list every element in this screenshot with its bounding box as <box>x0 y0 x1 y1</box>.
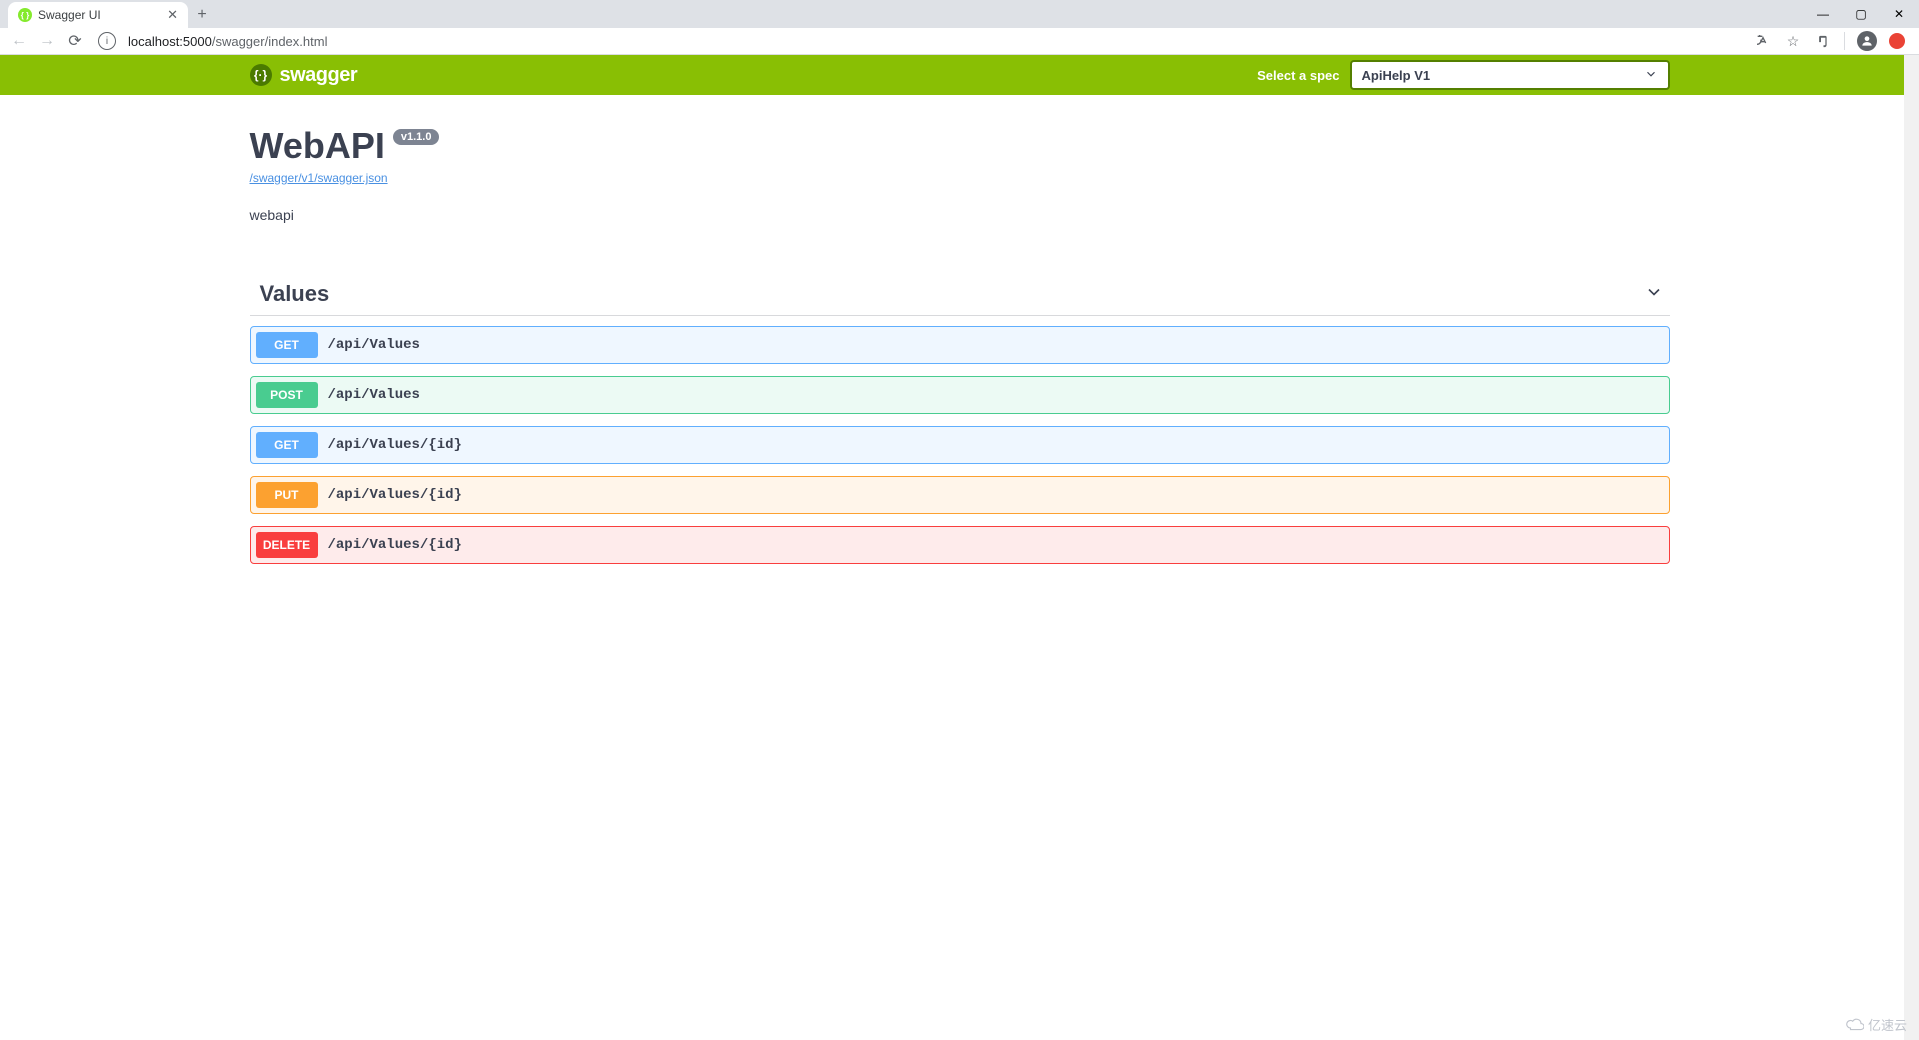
spec-selector: Select a spec ApiHelp V1 <box>1257 60 1669 90</box>
tag-header[interactable]: Values <box>250 273 1670 316</box>
extension-icon[interactable] <box>1889 33 1905 49</box>
back-button[interactable]: ← <box>8 30 30 52</box>
version-badge: v1.1.0 <box>393 129 440 145</box>
window-controls: — ▢ ✕ <box>1809 0 1913 28</box>
star-icon[interactable]: ☆ <box>1784 32 1802 50</box>
operations-list: GET/api/ValuesPOST/api/ValuesGET/api/Val… <box>250 316 1670 564</box>
tab-title: Swagger UI <box>38 8 161 22</box>
browser-chrome: { } Swagger UI ✕ + — ▢ ✕ ← → ⟳ i localho… <box>0 0 1919 55</box>
profile-icon[interactable] <box>1857 31 1877 51</box>
maximize-icon[interactable]: ▢ <box>1847 4 1875 24</box>
method-badge: POST <box>256 382 318 408</box>
forward-button[interactable]: → <box>36 30 58 52</box>
swagger-topbar: {·} swagger Select a spec ApiHelp V1 <box>0 55 1919 95</box>
spec-selected: ApiHelp V1 <box>1362 68 1431 83</box>
api-title-row: WebAPI v1.1.0 <box>250 125 440 167</box>
watermark: 亿速云 <box>1846 1015 1907 1034</box>
operation-path: /api/Values/{id} <box>318 537 462 553</box>
spec-dropdown[interactable]: ApiHelp V1 <box>1350 60 1670 90</box>
swagger-favicon-icon: { } <box>18 8 32 22</box>
api-description: webapi <box>250 207 1670 223</box>
reload-button[interactable]: ⟳ <box>64 30 86 52</box>
swagger-main: WebAPI v1.1.0 /swagger/v1/swagger.json w… <box>230 95 1690 564</box>
swagger-logo-text: swagger <box>280 64 358 87</box>
swagger-logo[interactable]: {·} swagger <box>250 64 358 87</box>
operation-delete[interactable]: DELETE/api/Values/{id} <box>250 526 1670 564</box>
method-badge: DELETE <box>256 532 318 558</box>
operation-put[interactable]: PUT/api/Values/{id} <box>250 476 1670 514</box>
tag-name: Values <box>260 281 330 307</box>
browser-tab[interactable]: { } Swagger UI ✕ <box>8 2 188 28</box>
url-host: localhost:5000 <box>128 34 212 49</box>
toolbar-separator <box>1844 32 1845 50</box>
method-badge: PUT <box>256 482 318 508</box>
evernote-icon[interactable] <box>1814 32 1832 50</box>
api-title: WebAPI <box>250 125 385 167</box>
url-path: /swagger/index.html <box>212 34 328 49</box>
operation-path: /api/Values <box>318 337 420 353</box>
operation-path: /api/Values <box>318 387 420 403</box>
translate-icon[interactable] <box>1754 32 1772 50</box>
chevron-down-icon <box>1644 67 1658 84</box>
address-bar[interactable]: localhost:5000/swagger/index.html <box>122 34 1748 49</box>
watermark-text: 亿速云 <box>1868 1015 1907 1034</box>
spec-json-link[interactable]: /swagger/v1/swagger.json <box>250 171 1670 185</box>
tag-section: Values GET/api/ValuesPOST/api/ValuesGET/… <box>250 273 1670 564</box>
swagger-logo-icon: {·} <box>250 64 272 86</box>
operation-get[interactable]: GET/api/Values/{id} <box>250 426 1670 464</box>
operation-path: /api/Values/{id} <box>318 487 462 503</box>
api-info: WebAPI v1.1.0 /swagger/v1/swagger.json w… <box>250 95 1670 243</box>
toolbar-right: ☆ <box>1754 31 1905 51</box>
chevron-down-icon <box>1644 282 1664 307</box>
close-window-icon[interactable]: ✕ <box>1885 4 1913 24</box>
new-tab-button[interactable]: + <box>188 2 216 28</box>
operation-path: /api/Values/{id} <box>318 437 462 453</box>
site-info-icon[interactable]: i <box>98 32 116 50</box>
method-badge: GET <box>256 332 318 358</box>
operation-post[interactable]: POST/api/Values <box>250 376 1670 414</box>
operation-get[interactable]: GET/api/Values <box>250 326 1670 364</box>
method-badge: GET <box>256 432 318 458</box>
close-icon[interactable]: ✕ <box>167 7 178 23</box>
spec-label: Select a spec <box>1257 68 1339 83</box>
browser-toolbar: ← → ⟳ i localhost:5000/swagger/index.htm… <box>0 28 1919 55</box>
tab-strip: { } Swagger UI ✕ + — ▢ ✕ <box>0 0 1919 28</box>
scrollbar[interactable] <box>1904 55 1919 1040</box>
minimize-icon[interactable]: — <box>1809 4 1837 24</box>
